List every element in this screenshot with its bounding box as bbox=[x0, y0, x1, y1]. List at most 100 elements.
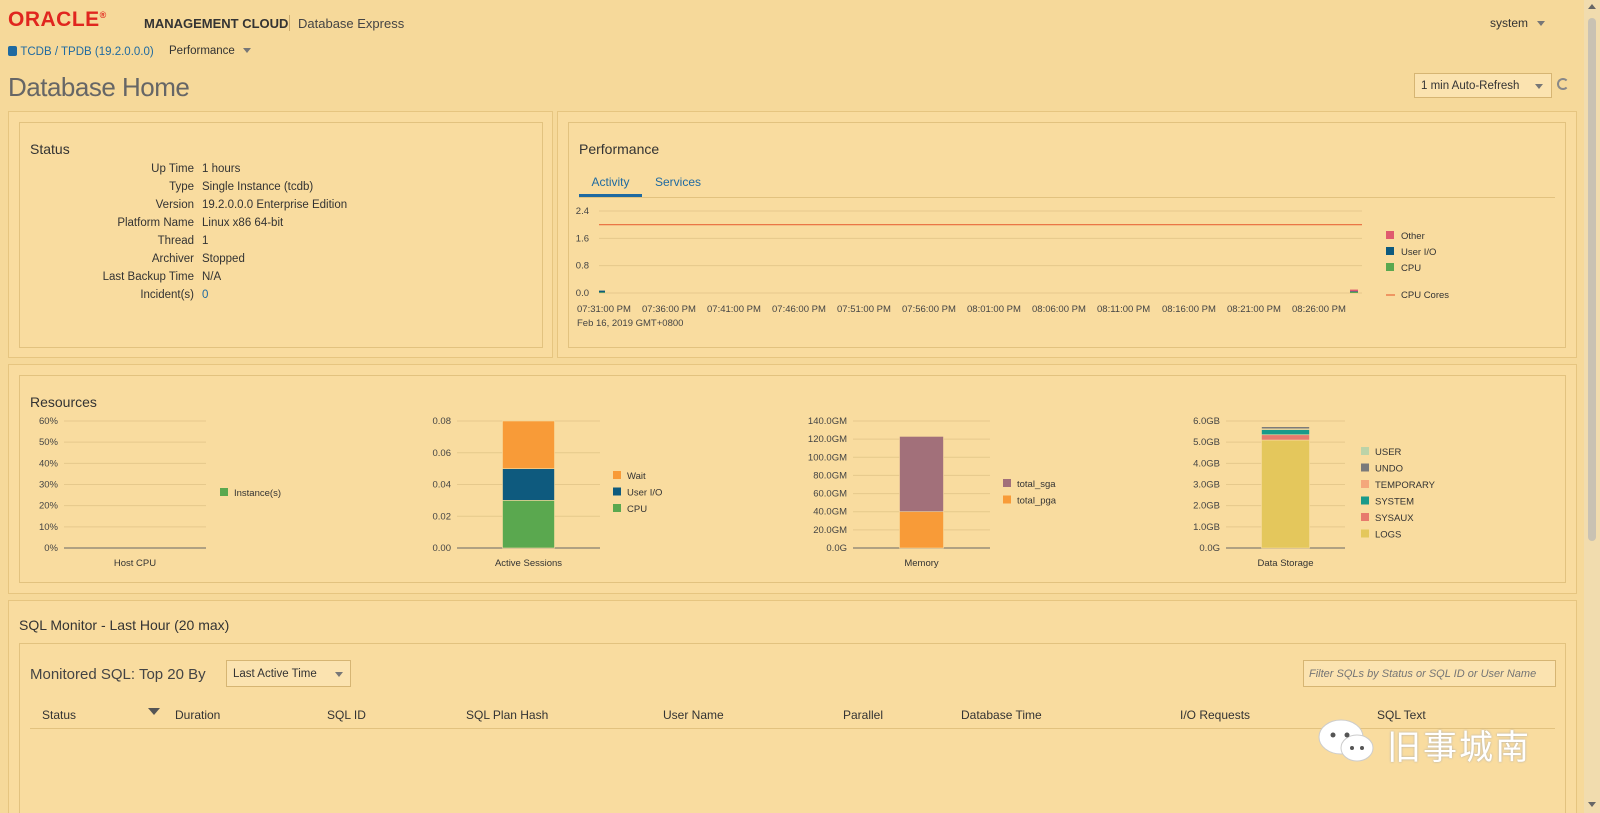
status-value[interactable]: 0 bbox=[202, 289, 208, 301]
y-tick-label: 0.0G bbox=[826, 543, 847, 554]
performance-menu[interactable]: Performance bbox=[169, 45, 252, 57]
bar-segment bbox=[502, 420, 555, 469]
performance-title: Performance bbox=[579, 141, 660, 157]
monitored-sql-label: Monitored SQL: Top 20 By bbox=[30, 666, 206, 683]
column-header[interactable]: Duration bbox=[175, 708, 220, 722]
scroll-thumb[interactable] bbox=[1588, 18, 1596, 541]
y-tick-label: 0.0G bbox=[1199, 543, 1220, 554]
y-tick-label: 20% bbox=[39, 501, 59, 512]
legend-swatch bbox=[220, 488, 228, 496]
chat-bubble-icon bbox=[1318, 719, 1374, 762]
refresh-icon[interactable] bbox=[1557, 78, 1569, 90]
column-header[interactable]: SQL ID bbox=[327, 708, 366, 722]
scroll-up-icon[interactable] bbox=[1588, 4, 1596, 9]
bar-segment bbox=[1261, 426, 1310, 430]
legend-label: SYSAUX bbox=[1375, 513, 1414, 524]
legend-swatch bbox=[1361, 496, 1369, 505]
tab-activity[interactable]: Activity bbox=[579, 175, 642, 197]
chevron-down-icon bbox=[1535, 84, 1543, 89]
legend-swatch bbox=[613, 487, 621, 496]
activity-area bbox=[1350, 291, 1358, 293]
y-tick-label: 20.0GM bbox=[813, 525, 847, 536]
x-tick-label: 08:11:00 PM bbox=[1097, 304, 1150, 315]
y-tick-label: 0% bbox=[44, 543, 58, 554]
column-header[interactable]: Parallel bbox=[843, 708, 883, 722]
y-tick-label: 0.00 bbox=[433, 543, 452, 554]
status-label: Incident(s) bbox=[140, 289, 194, 301]
user-name: system bbox=[1490, 16, 1529, 30]
date-note: Feb 16, 2019 GMT+0800 bbox=[577, 318, 683, 329]
status-value: Single Instance (tcdb) bbox=[202, 181, 314, 193]
user-menu[interactable]: system bbox=[1490, 16, 1546, 30]
column-header[interactable]: SQL Plan Hash bbox=[466, 708, 548, 722]
top-header: ORACLE® MANAGEMENT CLOUD Database Expres… bbox=[0, 0, 1560, 40]
legend-label: User I/O bbox=[627, 488, 662, 499]
legend-swatch bbox=[1386, 263, 1394, 271]
activity-area bbox=[599, 292, 605, 293]
status-value: Linux x86 64-bit bbox=[202, 217, 284, 229]
y-tick-label: 1.0GB bbox=[1193, 522, 1220, 533]
legend-label: total_sga bbox=[1017, 479, 1056, 490]
x-axis-label: Data Storage bbox=[1258, 558, 1314, 569]
activity-area bbox=[1350, 289, 1358, 292]
y-tick-label: 80.0GM bbox=[813, 470, 847, 481]
legend-label: TEMPORARY bbox=[1375, 480, 1436, 491]
y-tick-label: 60.0GM bbox=[813, 489, 847, 500]
legend-swatch bbox=[613, 504, 621, 512]
sub-header: TCDB / TPDB (19.2.0.0.0) bbox=[8, 44, 154, 60]
chevron-down-icon bbox=[335, 672, 343, 677]
activity-area bbox=[599, 290, 605, 293]
y-tick-label: 0.02 bbox=[433, 511, 452, 522]
legend-swatch bbox=[1361, 513, 1369, 521]
y-tick-label: 0.8 bbox=[576, 261, 589, 272]
x-axis-label: Memory bbox=[904, 558, 939, 569]
database-link[interactable]: TCDB / TPDB (19.2.0.0.0) bbox=[20, 46, 153, 58]
x-tick-label: 08:01:00 PM bbox=[967, 304, 1021, 315]
status-value: 19.2.0.0.0 Enterprise Edition bbox=[202, 199, 348, 211]
status-label: Thread bbox=[157, 235, 194, 247]
y-tick-label: 5.0GB bbox=[1193, 437, 1220, 448]
column-header[interactable]: Database Time bbox=[961, 708, 1042, 722]
bar-segment bbox=[1261, 429, 1310, 436]
status-sort-icon[interactable] bbox=[148, 708, 160, 715]
tab-underline bbox=[579, 197, 1555, 198]
column-header[interactable]: I/O Requests bbox=[1180, 708, 1250, 722]
legend-label: CPU bbox=[1401, 263, 1421, 274]
y-tick-label: 0.04 bbox=[433, 480, 452, 491]
scrollbar[interactable] bbox=[1584, 0, 1600, 813]
y-tick-label: 40% bbox=[39, 458, 59, 469]
y-tick-label: 140.0GM bbox=[808, 416, 847, 427]
product-name: MANAGEMENT CLOUD bbox=[144, 16, 289, 31]
refresh-select[interactable]: 1 min Auto-Refresh bbox=[1414, 73, 1552, 98]
sql-filter-input[interactable] bbox=[1303, 660, 1556, 687]
scroll-down-icon[interactable] bbox=[1588, 802, 1596, 807]
legend-label: USER bbox=[1375, 447, 1402, 458]
page-title: Database Home bbox=[8, 72, 190, 102]
bar-segment bbox=[899, 511, 944, 549]
y-tick-label: 120.0GM bbox=[808, 434, 847, 445]
x-tick-label: 07:46:00 PM bbox=[772, 304, 826, 315]
y-tick-label: 30% bbox=[39, 480, 59, 491]
watermark-text: 旧事城南 bbox=[1387, 729, 1531, 767]
legend-label: Wait bbox=[627, 471, 646, 482]
y-tick-label: 10% bbox=[39, 522, 59, 533]
y-tick-label: 2.4 bbox=[576, 206, 589, 217]
x-tick-label: 08:06:00 PM bbox=[1032, 304, 1086, 315]
status-card: Status Up Time 1 hours Type Single Instance… bbox=[19, 122, 543, 348]
oracle-logo[interactable]: ORACLE® bbox=[8, 8, 107, 32]
status-value: N/A bbox=[202, 271, 222, 283]
y-tick-label: 4.0GB bbox=[1193, 458, 1220, 469]
database-icon bbox=[8, 46, 17, 56]
legend-swatch bbox=[1361, 447, 1369, 455]
legend-label: LOGS bbox=[1375, 530, 1401, 541]
x-tick-label: 07:36:00 PM bbox=[642, 304, 696, 315]
column-header[interactable]: User Name bbox=[663, 708, 724, 722]
sort-select[interactable]: Last Active Time bbox=[226, 660, 351, 687]
legend-label: total_pga bbox=[1017, 496, 1057, 507]
tab-services[interactable]: Services bbox=[655, 175, 701, 189]
memory-chart: 140.0GM 120.0GM 100.0GM 80.0GM 60.0GM 40.0GM 2… bbox=[808, 416, 1057, 569]
column-header[interactable]: Status bbox=[42, 708, 76, 722]
host-cpu-chart: 60% 50% 40% 30% 20% 10% 0% Host CPU Instance(s) bbox=[39, 416, 281, 569]
status-value: 1 bbox=[202, 235, 209, 247]
y-tick-label: 40.0GM bbox=[813, 507, 847, 518]
